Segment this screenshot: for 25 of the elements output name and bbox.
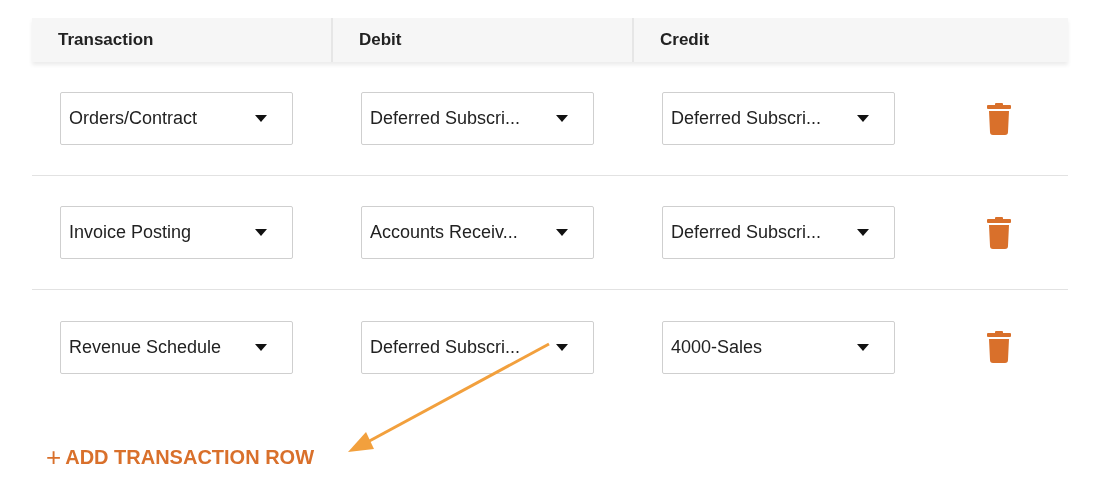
caret-icon	[255, 229, 267, 236]
caret-icon	[857, 115, 869, 122]
dropdown[interactable]: Orders/Contract	[60, 92, 293, 145]
dropdown[interactable]: Accounts Receiv...	[361, 206, 594, 259]
delete-icon[interactable]	[987, 102, 1011, 135]
caret-icon	[255, 343, 267, 351]
column-header: Credit	[660, 29, 710, 52]
dropdown[interactable]: Invoice Posting	[60, 206, 293, 259]
dropdown[interactable]: Deferred Subscri...	[361, 92, 594, 145]
column-header: Transaction	[58, 29, 154, 52]
dropdown[interactable]: Deferred Subscri...	[662, 206, 895, 259]
dropdown[interactable]: Deferred Subscri...	[361, 320, 594, 374]
caret-icon	[556, 229, 568, 236]
delete-icon[interactable]	[987, 331, 1011, 363]
column-header: Debit	[359, 29, 402, 52]
plus-icon: +	[46, 444, 62, 470]
caret-icon	[857, 229, 869, 236]
caret-icon	[556, 115, 568, 122]
dropdown[interactable]: Revenue Schedule	[60, 320, 293, 374]
caret-icon	[255, 115, 267, 122]
caret-icon	[556, 343, 568, 351]
caret-icon	[857, 343, 869, 351]
delete-icon[interactable]	[987, 216, 1011, 249]
dropdown[interactable]: Deferred Subscri...	[662, 92, 895, 145]
dropdown[interactable]: 4000-Sales	[662, 320, 895, 374]
